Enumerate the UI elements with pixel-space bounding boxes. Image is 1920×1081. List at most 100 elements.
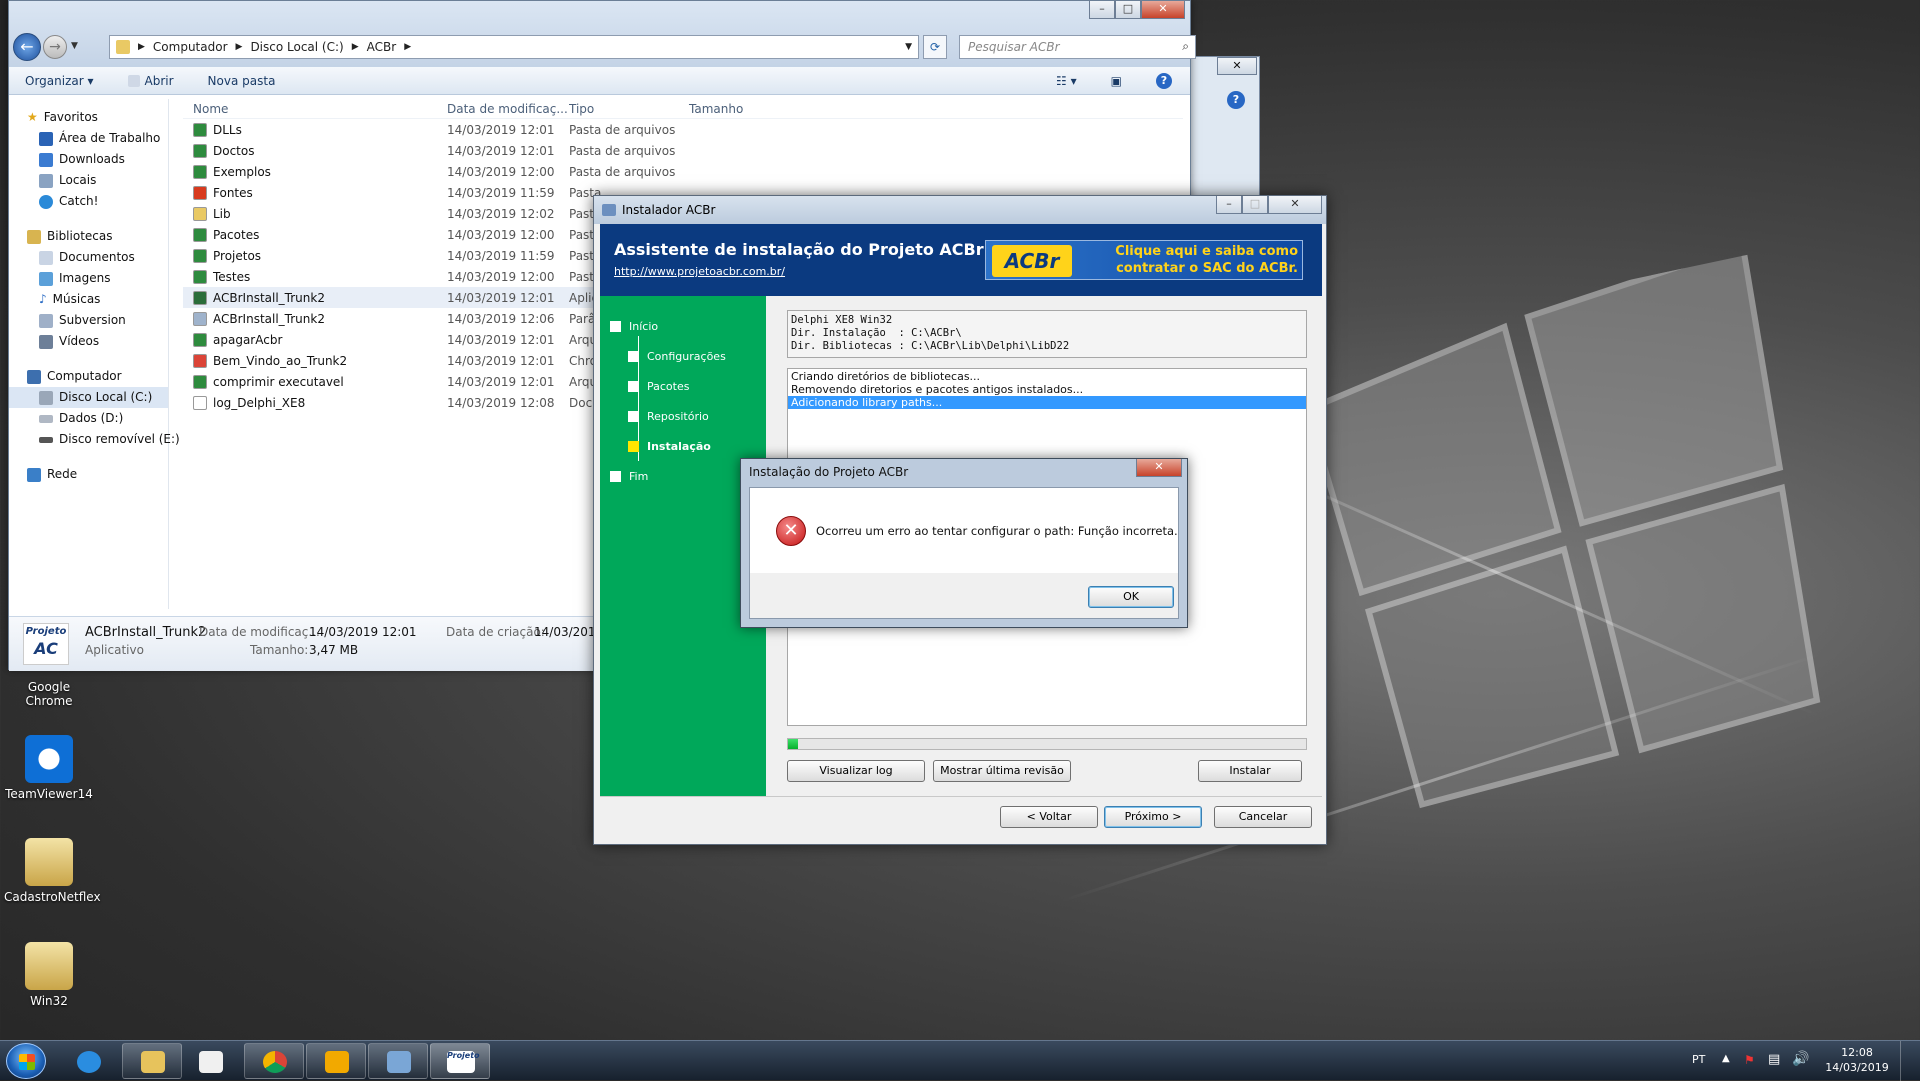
- step-marker: [628, 351, 639, 362]
- taskbar-chrome[interactable]: [244, 1043, 304, 1079]
- nav-item-selected[interactable]: Disco Local (C:): [9, 387, 168, 408]
- desktop-icon-win32[interactable]: Win32: [4, 942, 94, 1008]
- install-button[interactable]: Instalar: [1198, 760, 1302, 782]
- organize-button[interactable]: Organizar ▾: [25, 74, 94, 88]
- file-row[interactable]: Exemplos 14/03/2019 12:00 Pasta de arquivo…: [183, 161, 1183, 182]
- documents-icon: [39, 250, 53, 265]
- ok-button[interactable]: OK: [1088, 586, 1174, 608]
- address-bar[interactable]: ▶ Computador ▶ Disco Local (C:) ▶ ACBr ▶…: [109, 35, 919, 59]
- nav-item[interactable]: Vídeos: [9, 331, 168, 352]
- minimize-button[interactable]: –: [1089, 1, 1115, 19]
- recent-pages-icon[interactable]: ▼: [71, 41, 78, 51]
- open-icon: [127, 74, 140, 87]
- taskbar-explorer[interactable]: [122, 1043, 182, 1079]
- file-name-cell: Lib: [183, 206, 447, 221]
- chevron-right-icon: ▶: [138, 42, 145, 52]
- nav-item[interactable]: Disco removível (E:): [9, 429, 180, 450]
- details-created-label: Data de criação:: [446, 625, 545, 639]
- close-button[interactable]: ✕: [1268, 196, 1322, 214]
- nav-item[interactable]: Locais: [9, 170, 168, 191]
- taskbar-acbr-installer[interactable]: Projeto: [430, 1043, 490, 1079]
- file-icon: [193, 164, 207, 179]
- chevron-down-icon[interactable]: ▼: [905, 42, 918, 52]
- forward-icon[interactable]: →: [43, 35, 67, 59]
- nav-item[interactable]: Documentos: [9, 247, 168, 268]
- column-header-modified[interactable]: Data de modificaç...: [447, 102, 569, 116]
- maximize-button[interactable]: □: [1115, 1, 1141, 19]
- taskbar-outlook[interactable]: [306, 1043, 366, 1079]
- show-last-revision-button[interactable]: Mostrar última revisão: [933, 760, 1071, 782]
- view-options-icon[interactable]: ☷ ▾: [1056, 74, 1077, 88]
- open-button[interactable]: Abrir: [127, 73, 174, 88]
- desktop-icon-teamviewer[interactable]: TeamViewer14: [4, 735, 94, 801]
- breadcrumb-item[interactable]: Computador: [153, 40, 228, 54]
- desktop-icon-chrome[interactable]: Google Chrome: [4, 680, 94, 708]
- nav-item-label: Vídeos: [59, 334, 100, 348]
- cancel-button[interactable]: Cancelar: [1214, 806, 1312, 828]
- nav-item[interactable]: Downloads: [9, 149, 168, 170]
- places-icon: [39, 173, 53, 188]
- nav-item[interactable]: Dados (D:): [9, 408, 168, 429]
- preview-pane-icon[interactable]: ▣: [1111, 74, 1122, 88]
- volume-icon[interactable]: 🔊: [1792, 1051, 1809, 1067]
- refresh-icon[interactable]: ⟳: [923, 35, 947, 59]
- step-label: Fim: [629, 470, 649, 483]
- nav-libraries[interactable]: Bibliotecas: [9, 226, 168, 247]
- nav-item[interactable]: Subversion: [9, 310, 168, 331]
- error-icon: ✕: [776, 516, 806, 546]
- breadcrumb-item[interactable]: ACBr: [367, 40, 397, 54]
- help-icon[interactable]: ?: [1227, 91, 1245, 109]
- nav-item[interactable]: ♪ Músicas: [9, 289, 168, 310]
- file-icon: [193, 122, 207, 137]
- taskbar-media-player[interactable]: [180, 1043, 240, 1079]
- open-label: Abrir: [144, 73, 174, 88]
- nav-item[interactable]: Imagens: [9, 268, 168, 289]
- help-icon[interactable]: ?: [1156, 72, 1172, 89]
- action-center-icon[interactable]: ⚑: [1744, 1053, 1755, 1067]
- column-header-type[interactable]: Tipo: [569, 102, 689, 116]
- file-name: Projetos: [213, 248, 262, 263]
- nav-item[interactable]: Área de Trabalho: [9, 128, 168, 149]
- new-folder-button[interactable]: Nova pasta: [208, 74, 276, 88]
- column-header-size[interactable]: Tamanho: [689, 102, 743, 116]
- start-button[interactable]: [6, 1043, 46, 1079]
- file-date: 14/03/2019 12:01: [447, 332, 555, 347]
- file-icon: [193, 332, 207, 347]
- sac-banner[interactable]: ACBr Clique aqui e saiba como contratar …: [985, 240, 1303, 280]
- file-row[interactable]: DLLs 14/03/2019 12:01 Pasta de arquivos: [183, 119, 1183, 140]
- taskbar-ie[interactable]: [58, 1043, 118, 1079]
- column-header-name[interactable]: Nome: [183, 102, 447, 116]
- maximize-button[interactable]: □: [1242, 196, 1268, 214]
- minimize-button[interactable]: –: [1216, 196, 1242, 214]
- nav-item-label: Subversion: [59, 313, 126, 327]
- project-link[interactable]: http://www.projetoacbr.com.br/: [614, 265, 785, 278]
- view-log-button[interactable]: Visualizar log: [787, 760, 925, 782]
- nav-computer[interactable]: Computador: [9, 366, 168, 387]
- nav-item[interactable]: Catch!: [9, 191, 168, 212]
- desktop-icon-cadastronetflex[interactable]: CadastroNetflex: [4, 838, 101, 904]
- next-button[interactable]: Próximo >: [1104, 806, 1202, 828]
- show-desktop-button[interactable]: [1900, 1041, 1920, 1081]
- taskbar-remote-desktop[interactable]: [368, 1043, 428, 1079]
- dialog-close-button[interactable]: ✕: [1136, 459, 1182, 477]
- nav-network[interactable]: Rede: [9, 464, 168, 485]
- show-hidden-icons[interactable]: ▲: [1722, 1053, 1730, 1064]
- back-icon[interactable]: ←: [13, 33, 41, 61]
- clock[interactable]: 12:08 14/03/2019: [1822, 1045, 1892, 1075]
- network-icon[interactable]: ▤: [1768, 1052, 1780, 1067]
- close-icon[interactable]: ✕: [1217, 57, 1257, 75]
- outlook-icon: [325, 1051, 349, 1073]
- chrome-icon: [263, 1051, 287, 1073]
- back-button[interactable]: < Voltar: [1000, 806, 1098, 828]
- installer-title: Instalador ACBr: [622, 203, 716, 217]
- language-indicator[interactable]: PT: [1692, 1053, 1705, 1066]
- search-input[interactable]: Pesquisar ACBr ⌕: [959, 35, 1196, 59]
- breadcrumb-item[interactable]: Disco Local (C:): [250, 40, 343, 54]
- file-row[interactable]: Doctos 14/03/2019 12:01 Pasta de arquivos: [183, 140, 1183, 161]
- nav-favorites[interactable]: ★ Favoritos: [9, 107, 168, 128]
- step-marker: [610, 321, 621, 332]
- acbr-logo: Projeto AC: [23, 623, 69, 665]
- close-button[interactable]: ✕: [1141, 1, 1185, 19]
- file-date: 14/03/2019 12:00: [447, 164, 555, 179]
- desktop-icon-label: Google Chrome: [25, 680, 73, 708]
